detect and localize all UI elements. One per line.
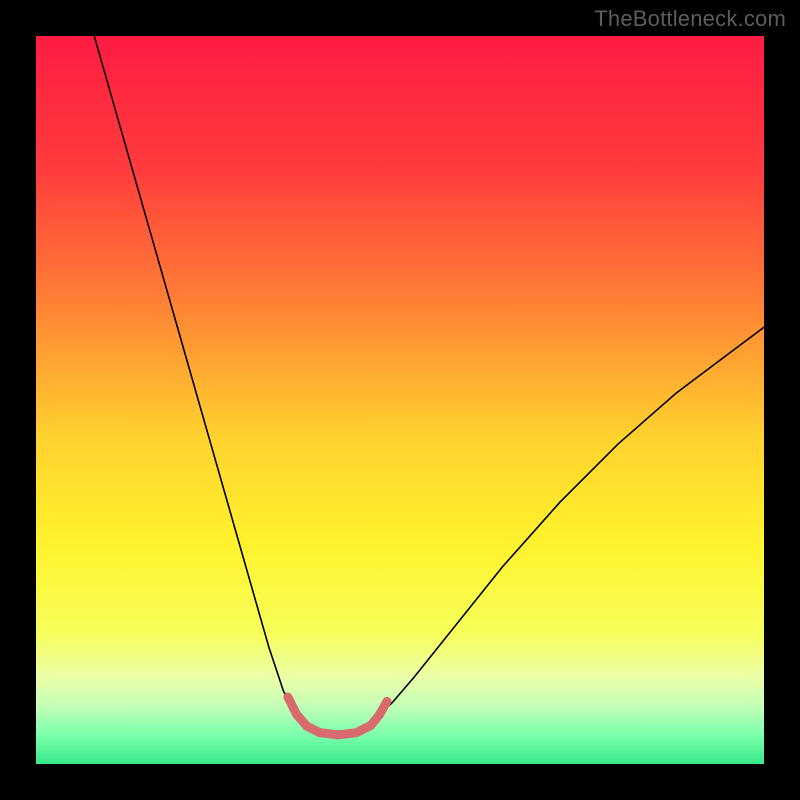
watermark-text: TheBottleneck.com — [594, 6, 786, 32]
plot-background — [36, 36, 764, 764]
chart-svg — [0, 0, 800, 800]
chart-stage: TheBottleneck.com — [0, 0, 800, 800]
